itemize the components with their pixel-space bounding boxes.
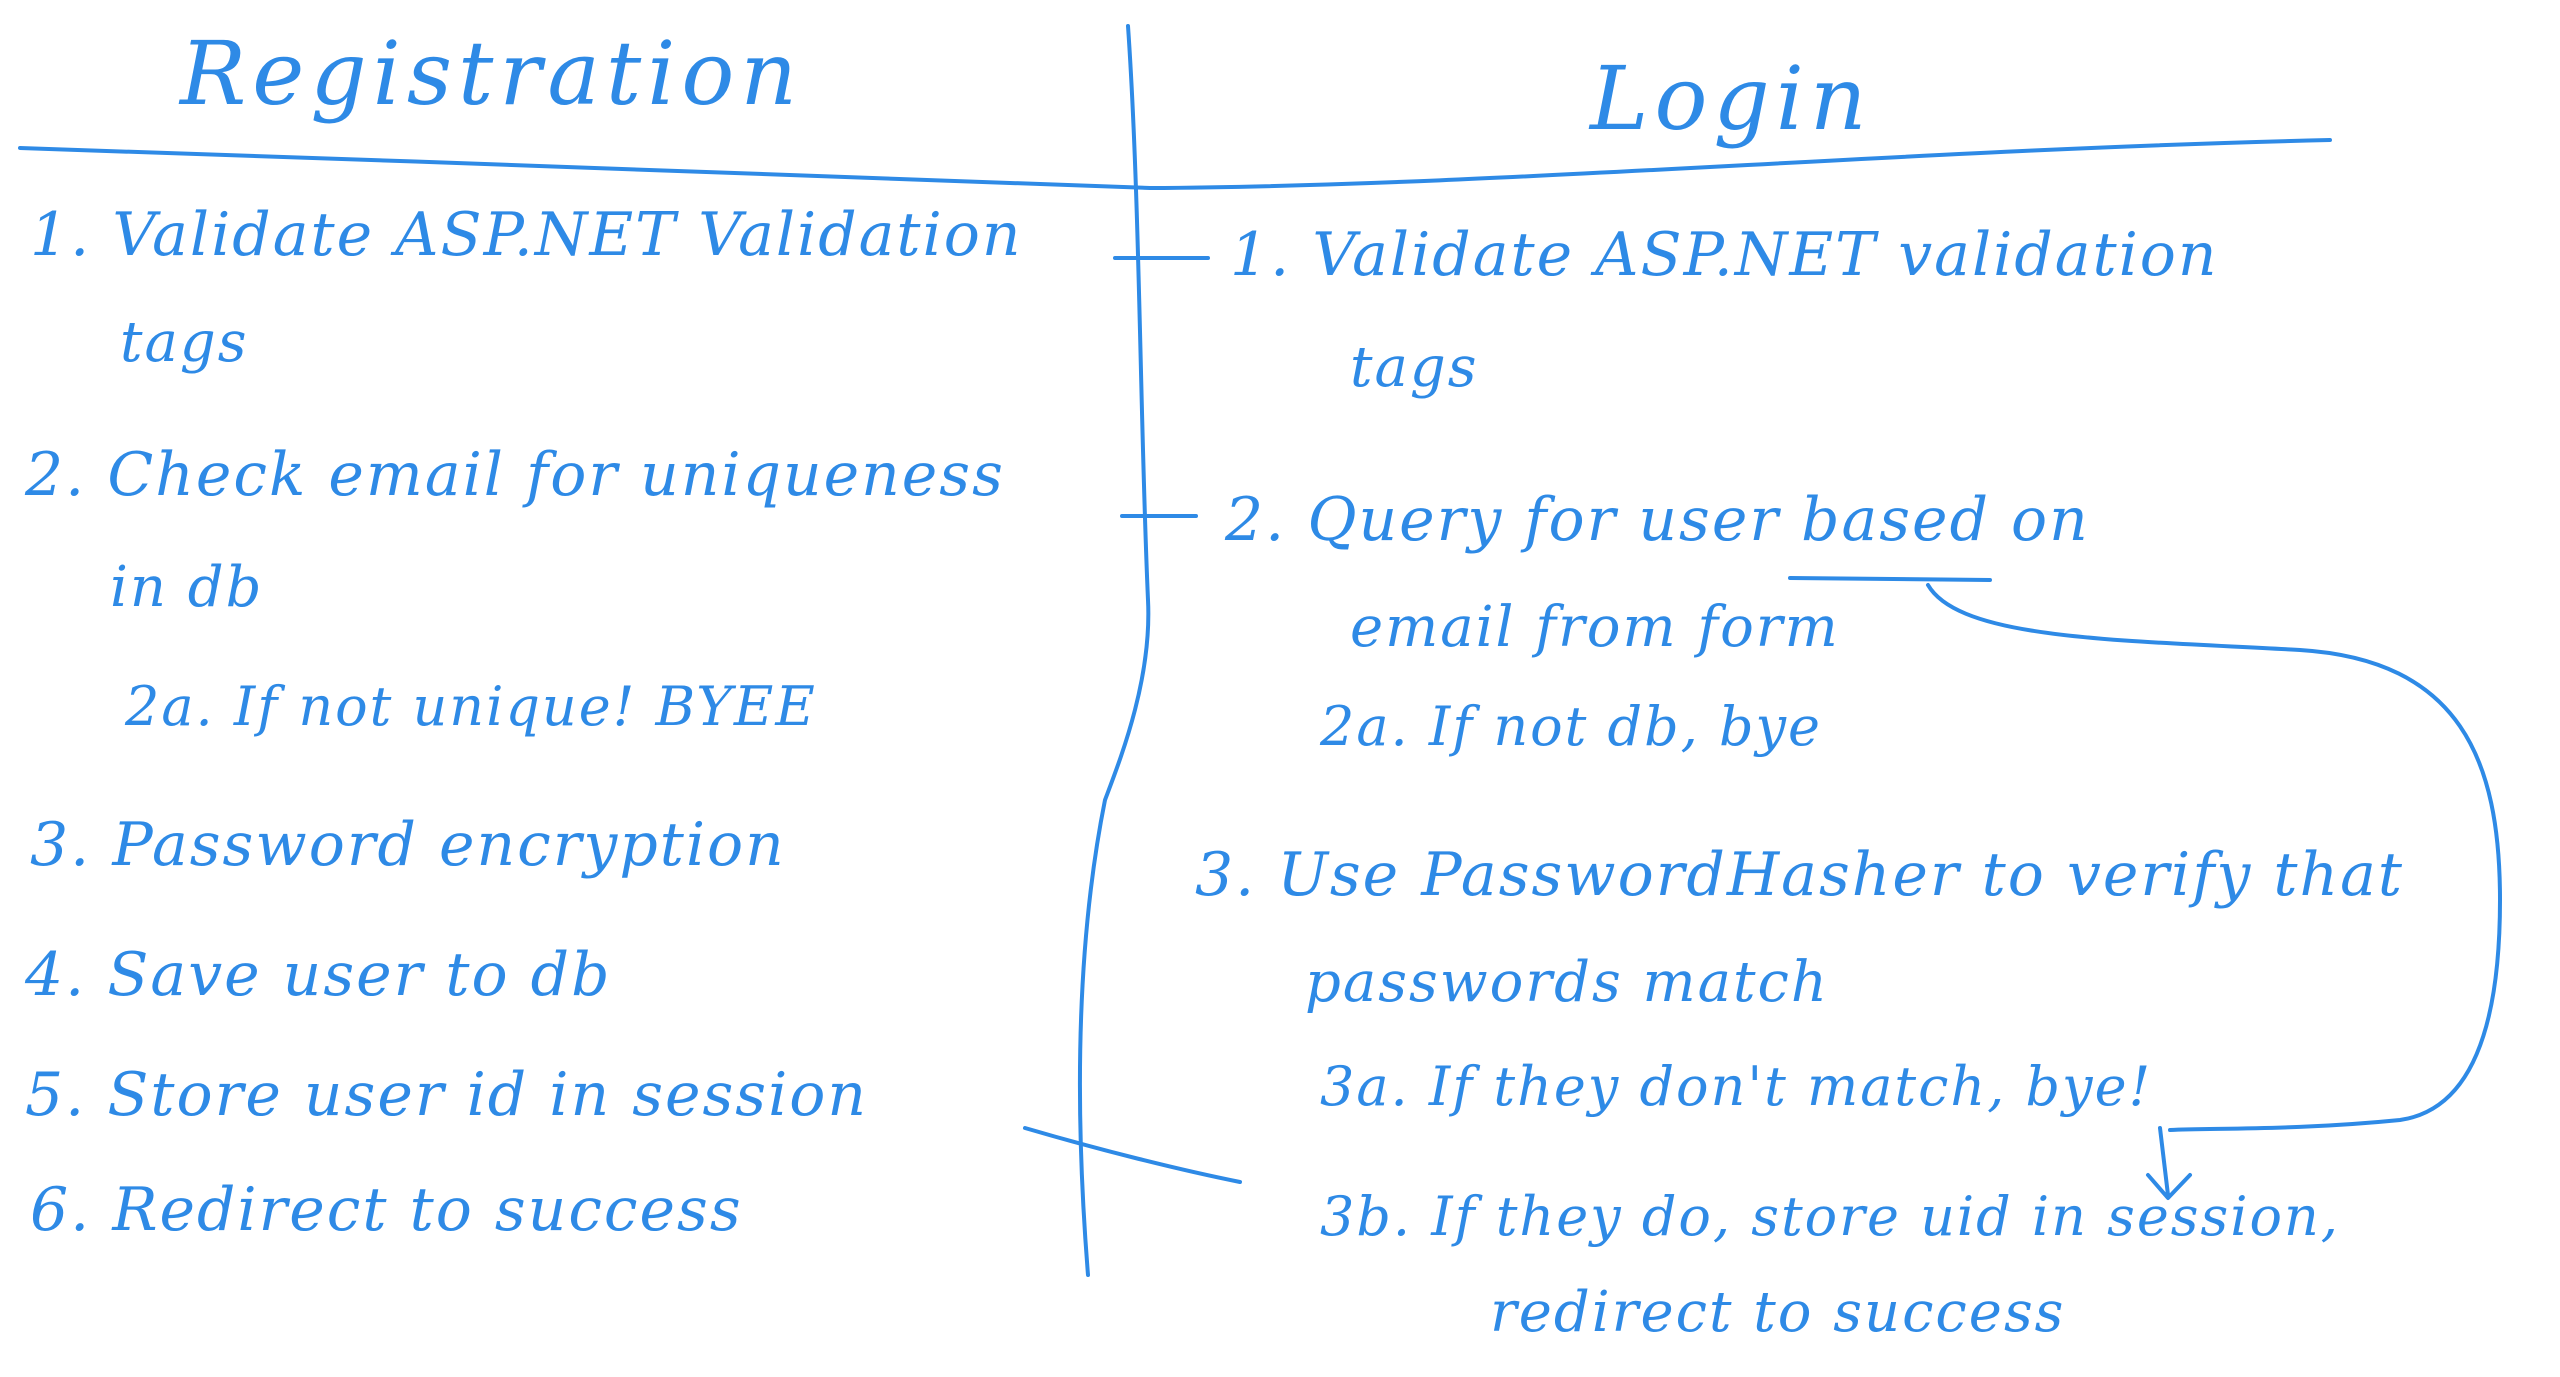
- header-divider-line: [18, 138, 2332, 190]
- whiteboard-canvas: Registration 1. Validate ASP.NET Validat…: [0, 0, 2560, 1377]
- registration-step-2a: 2a. If not unique! BYEE: [125, 675, 817, 738]
- registration-step-4: 4. Save user to db: [25, 940, 612, 1010]
- login-step-3b-continued: redirect to success: [1490, 1280, 2066, 1345]
- bottom-divider-stroke: [1023, 1126, 1242, 1184]
- login-step-3a: 3a. If they don't match, bye!: [1320, 1055, 2153, 1118]
- login-step-3b: 3b. If they do, store uid in session,: [1320, 1185, 2340, 1248]
- registration-step-6: 6. Redirect to success: [30, 1175, 743, 1245]
- user-underline: [1788, 576, 1992, 582]
- registration-step-5: 5. Store user id in session: [25, 1060, 869, 1130]
- login-step-2: 2. Query for user based on: [1225, 485, 2090, 555]
- registration-step-1: 1. Validate ASP.NET Validation: [30, 200, 1023, 270]
- column-divider-line: [1077, 24, 1151, 1277]
- login-step-3-continued: passwords match: [1305, 950, 1829, 1015]
- registration-step-2-continued: in db: [110, 555, 264, 620]
- registration-step-3: 3. Password encryption: [30, 810, 786, 880]
- registration-step-1-continued: tags: [120, 310, 249, 375]
- login-title: Login: [1590, 47, 1873, 150]
- login-step-2a: 2a. If not db, bye: [1320, 695, 1823, 758]
- login-step-1: 1. Validate ASP.NET validation: [1230, 220, 2219, 290]
- login-step-2-continued: email from form: [1350, 595, 1840, 660]
- registration-step-2: 2. Check email for uniqueness: [25, 440, 1005, 510]
- registration-title: Registration: [180, 22, 804, 125]
- login-step-1-continued: tags: [1350, 335, 1479, 400]
- login-step-3: 3. Use PasswordHasher to verify that: [1195, 840, 2405, 910]
